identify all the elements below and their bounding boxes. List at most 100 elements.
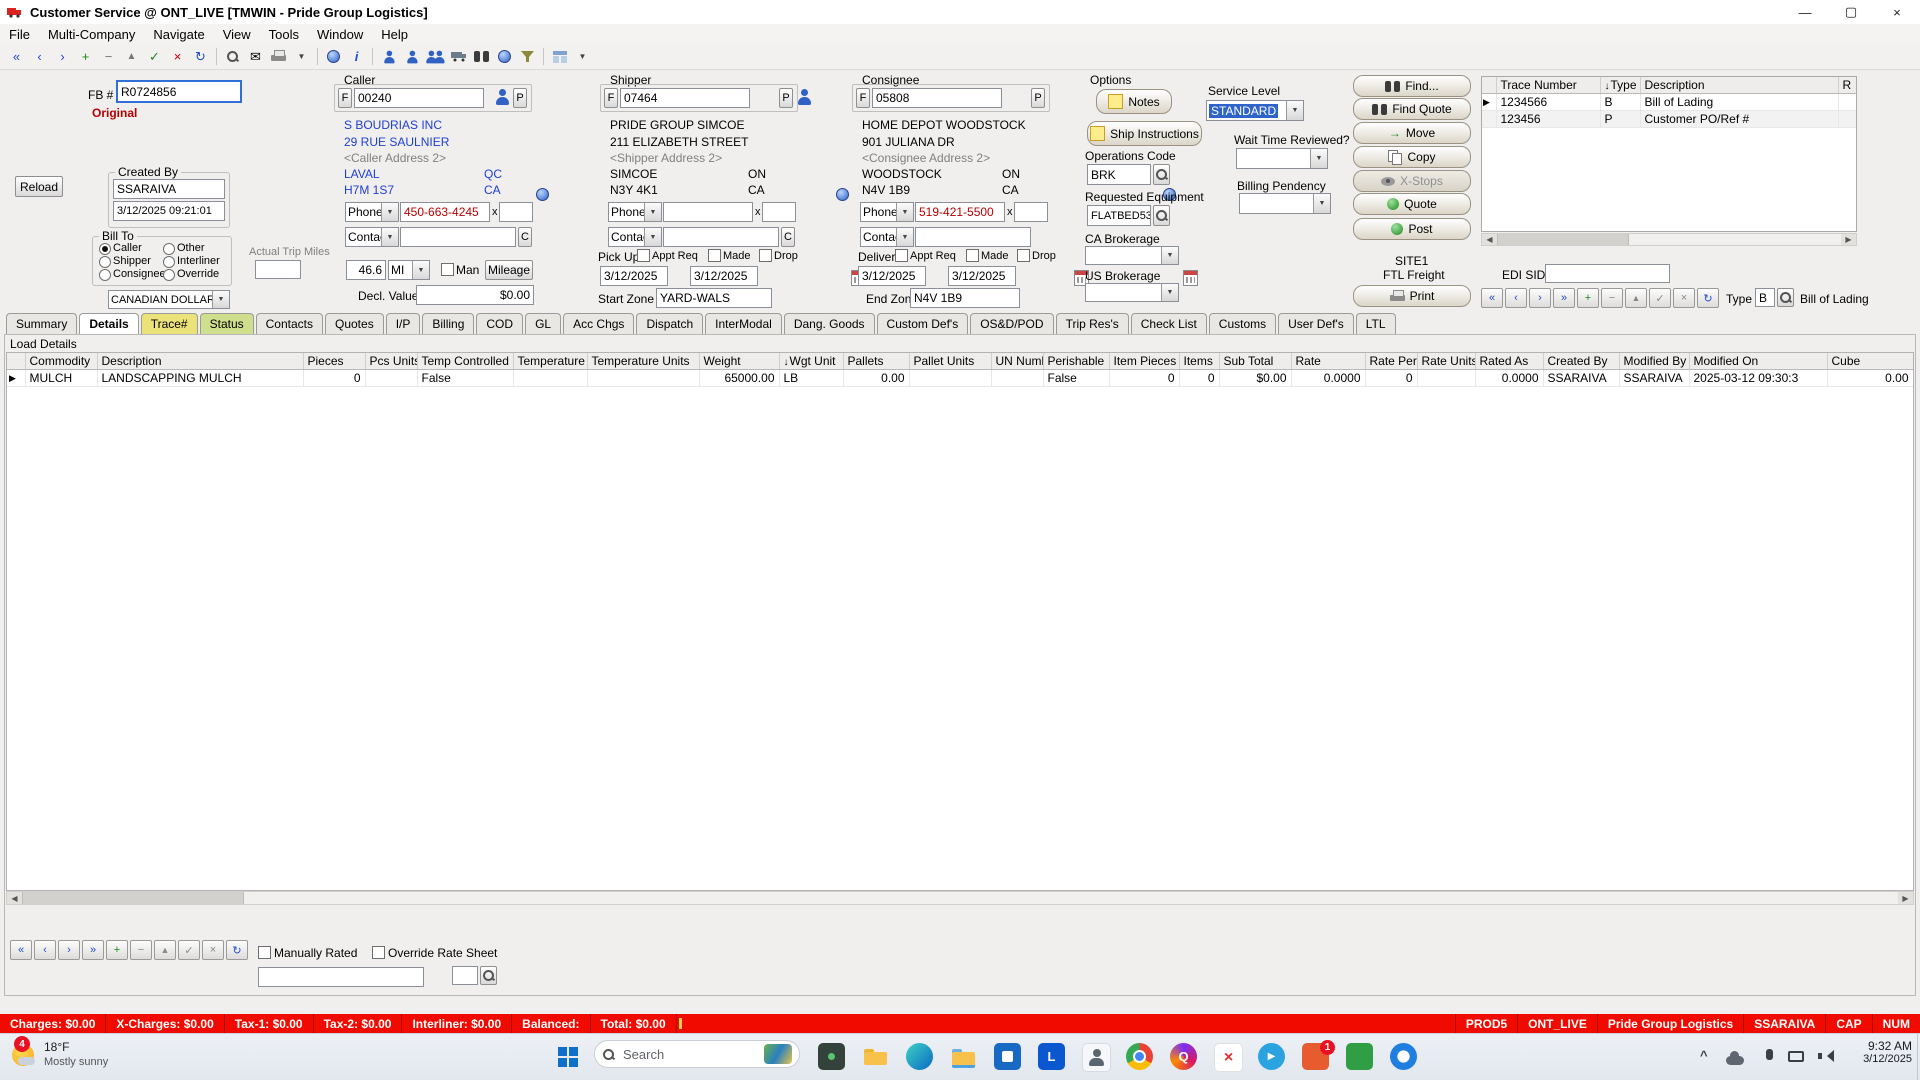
caller-p-button[interactable]: P	[513, 88, 527, 108]
cell[interactable]: LANDSCAPPING MULCH	[97, 370, 303, 387]
column-header[interactable]: Weight	[699, 353, 779, 370]
pickup-date-from-field[interactable]: 3/12/2025	[600, 266, 668, 286]
cell[interactable]: SSARAIVA	[1619, 370, 1689, 387]
shipper-p-button[interactable]: P	[779, 88, 793, 108]
actual-trip-miles-field[interactable]	[255, 260, 301, 279]
pickup-appt-req-checkbox[interactable]	[637, 249, 650, 262]
requested-equipment-field[interactable]: FLATBED53	[1087, 205, 1151, 226]
q-app-icon[interactable]: Q	[1170, 1043, 1197, 1070]
caller-phone-type-select[interactable]: Phone▼	[345, 202, 399, 222]
consignee-p-button[interactable]: P	[1031, 88, 1045, 108]
cell[interactable]: 0	[1109, 370, 1179, 387]
radio-bill-to-consignee[interactable]	[99, 269, 111, 281]
dock-icon[interactable]	[470, 46, 493, 67]
operations-code-lookup-button[interactable]	[1153, 164, 1170, 185]
us-brokerage-select[interactable]: ▼	[1085, 283, 1179, 302]
pickup-date-to-field[interactable]: 3/12/2025	[690, 266, 758, 286]
maximize-button[interactable]: ▢	[1828, 0, 1874, 24]
column-header[interactable]: Created By	[1543, 353, 1619, 370]
start-zone-field[interactable]: YARD-WALS	[656, 288, 772, 308]
cancel-trace-button[interactable]: ×	[1673, 288, 1695, 308]
close-button[interactable]: ×	[1874, 0, 1920, 24]
delete-trace-button[interactable]: −	[1601, 288, 1623, 308]
column-header[interactable]: Sub Total	[1219, 353, 1291, 370]
consignee-address2-placeholder[interactable]: <Consignee Address 2>	[862, 151, 990, 165]
menu-multi-company[interactable]: Multi-Company	[39, 26, 144, 43]
tab-check-list[interactable]: Check List	[1131, 313, 1207, 334]
radio-bill-to-other[interactable]	[163, 243, 175, 255]
caller-code-field[interactable]: 00240	[354, 88, 484, 108]
column-header[interactable]: Pallets	[843, 353, 909, 370]
caller-name[interactable]: S BOUDRIAS INC	[344, 118, 442, 132]
caller-contact-field[interactable]	[400, 227, 516, 247]
cell[interactable]: $0.00	[1219, 370, 1291, 387]
red-x-app-icon[interactable]: ×	[1214, 1043, 1243, 1072]
trace-r-cell[interactable]	[1838, 111, 1856, 128]
deliver-date-to-calendar-icon[interactable]	[1183, 270, 1198, 286]
trace-row[interactable]: 123456 P Customer PO/Ref #	[1482, 111, 1856, 128]
shipper-phone-field[interactable]	[663, 202, 753, 222]
refresh-icon[interactable]: ↻	[189, 46, 212, 67]
up-icon[interactable]: ▲	[120, 46, 143, 67]
save-icon[interactable]: ✓	[143, 46, 166, 67]
folder-icon[interactable]	[862, 1043, 889, 1070]
microphone-icon[interactable]	[1766, 1049, 1773, 1060]
trace-r-cell[interactable]	[1838, 94, 1856, 111]
ca-brokerage-select[interactable]: ▼	[1085, 246, 1179, 265]
trace-number-cell[interactable]: 123456	[1496, 111, 1600, 128]
menu-navigate[interactable]: Navigate	[144, 26, 213, 43]
globe-icon[interactable]	[322, 46, 345, 67]
print-icon[interactable]	[267, 46, 290, 67]
cell[interactable]: 65000.00	[699, 370, 779, 387]
find-button[interactable]: Find...	[1353, 75, 1471, 97]
shipper-address1[interactable]: 211 ELIZABETH STREET	[610, 135, 749, 149]
caller-c-button[interactable]: C	[518, 227, 532, 247]
trace-type-column-header[interactable]: ↓Type	[1600, 77, 1640, 94]
add-trace-button[interactable]: +	[1577, 288, 1599, 308]
notes-button[interactable]: Notes	[1096, 89, 1172, 114]
first-item-button[interactable]: «	[10, 940, 32, 960]
search-highlight-thumbnail[interactable]	[764, 1044, 792, 1064]
cell[interactable]: 0	[1365, 370, 1417, 387]
trip-miles-field[interactable]: 46.6	[346, 260, 386, 280]
previous-record-icon[interactable]: ‹	[28, 46, 51, 67]
trace-r-column-header[interactable]: R	[1838, 77, 1856, 94]
l-app-icon[interactable]: L	[1038, 1043, 1065, 1070]
tab-ip[interactable]: I/P	[386, 313, 421, 334]
find-quote-button[interactable]: Find Quote	[1353, 98, 1471, 120]
menu-file[interactable]: File	[0, 26, 39, 43]
mail-icon[interactable]: ✉	[244, 46, 267, 67]
rate-code-field[interactable]	[258, 967, 424, 987]
caller-city[interactable]: LAVAL	[344, 167, 380, 181]
radio-bill-to-interliner[interactable]	[163, 256, 175, 268]
manually-rated-checkbox[interactable]	[258, 946, 271, 959]
caller-f-button[interactable]: F	[338, 88, 352, 108]
trace-row[interactable]: ▶ 1234566 B Bill of Lading	[1482, 94, 1856, 111]
shipper-profile-icon[interactable]	[796, 88, 812, 106]
column-header[interactable]: Modified On	[1689, 353, 1827, 370]
shipper-name[interactable]: PRIDE GROUP SIMCOE	[610, 118, 744, 132]
menu-view[interactable]: View	[214, 26, 260, 43]
tab-billing[interactable]: Billing	[422, 313, 474, 334]
manual-miles-checkbox[interactable]	[441, 263, 454, 276]
caller-postal[interactable]: H7M 1S7	[344, 183, 394, 197]
menu-window[interactable]: Window	[308, 26, 372, 43]
consignee-code-field[interactable]: 05808	[872, 88, 1002, 108]
ship-instructions-button[interactable]: Ship Instructions	[1087, 121, 1202, 146]
tab-trip-res[interactable]: Trip Res's	[1056, 313, 1129, 334]
quote-button[interactable]: Quote	[1353, 193, 1471, 215]
tab-custom-defs[interactable]: Custom Def's	[877, 313, 969, 334]
carrier-icon[interactable]	[400, 46, 423, 67]
previous-trace-button[interactable]: ‹	[1505, 288, 1527, 308]
column-header[interactable]: Rate Units	[1417, 353, 1475, 370]
last-trace-button[interactable]: »	[1553, 288, 1575, 308]
override-rate-sheet-checkbox[interactable]	[372, 946, 385, 959]
shipper-map-icon[interactable]	[836, 188, 849, 201]
consignee-contact-field[interactable]	[915, 227, 1031, 247]
column-header[interactable]: ↓Wgt Unit	[779, 353, 843, 370]
dark-app-icon[interactable]	[818, 1043, 845, 1070]
rate-lookup-button[interactable]	[480, 966, 497, 985]
consignee-city[interactable]: WOODSTOCK	[862, 167, 942, 181]
cell[interactable]: 0	[1179, 370, 1219, 387]
end-zone-field[interactable]: N4V 1B9	[910, 288, 1020, 308]
